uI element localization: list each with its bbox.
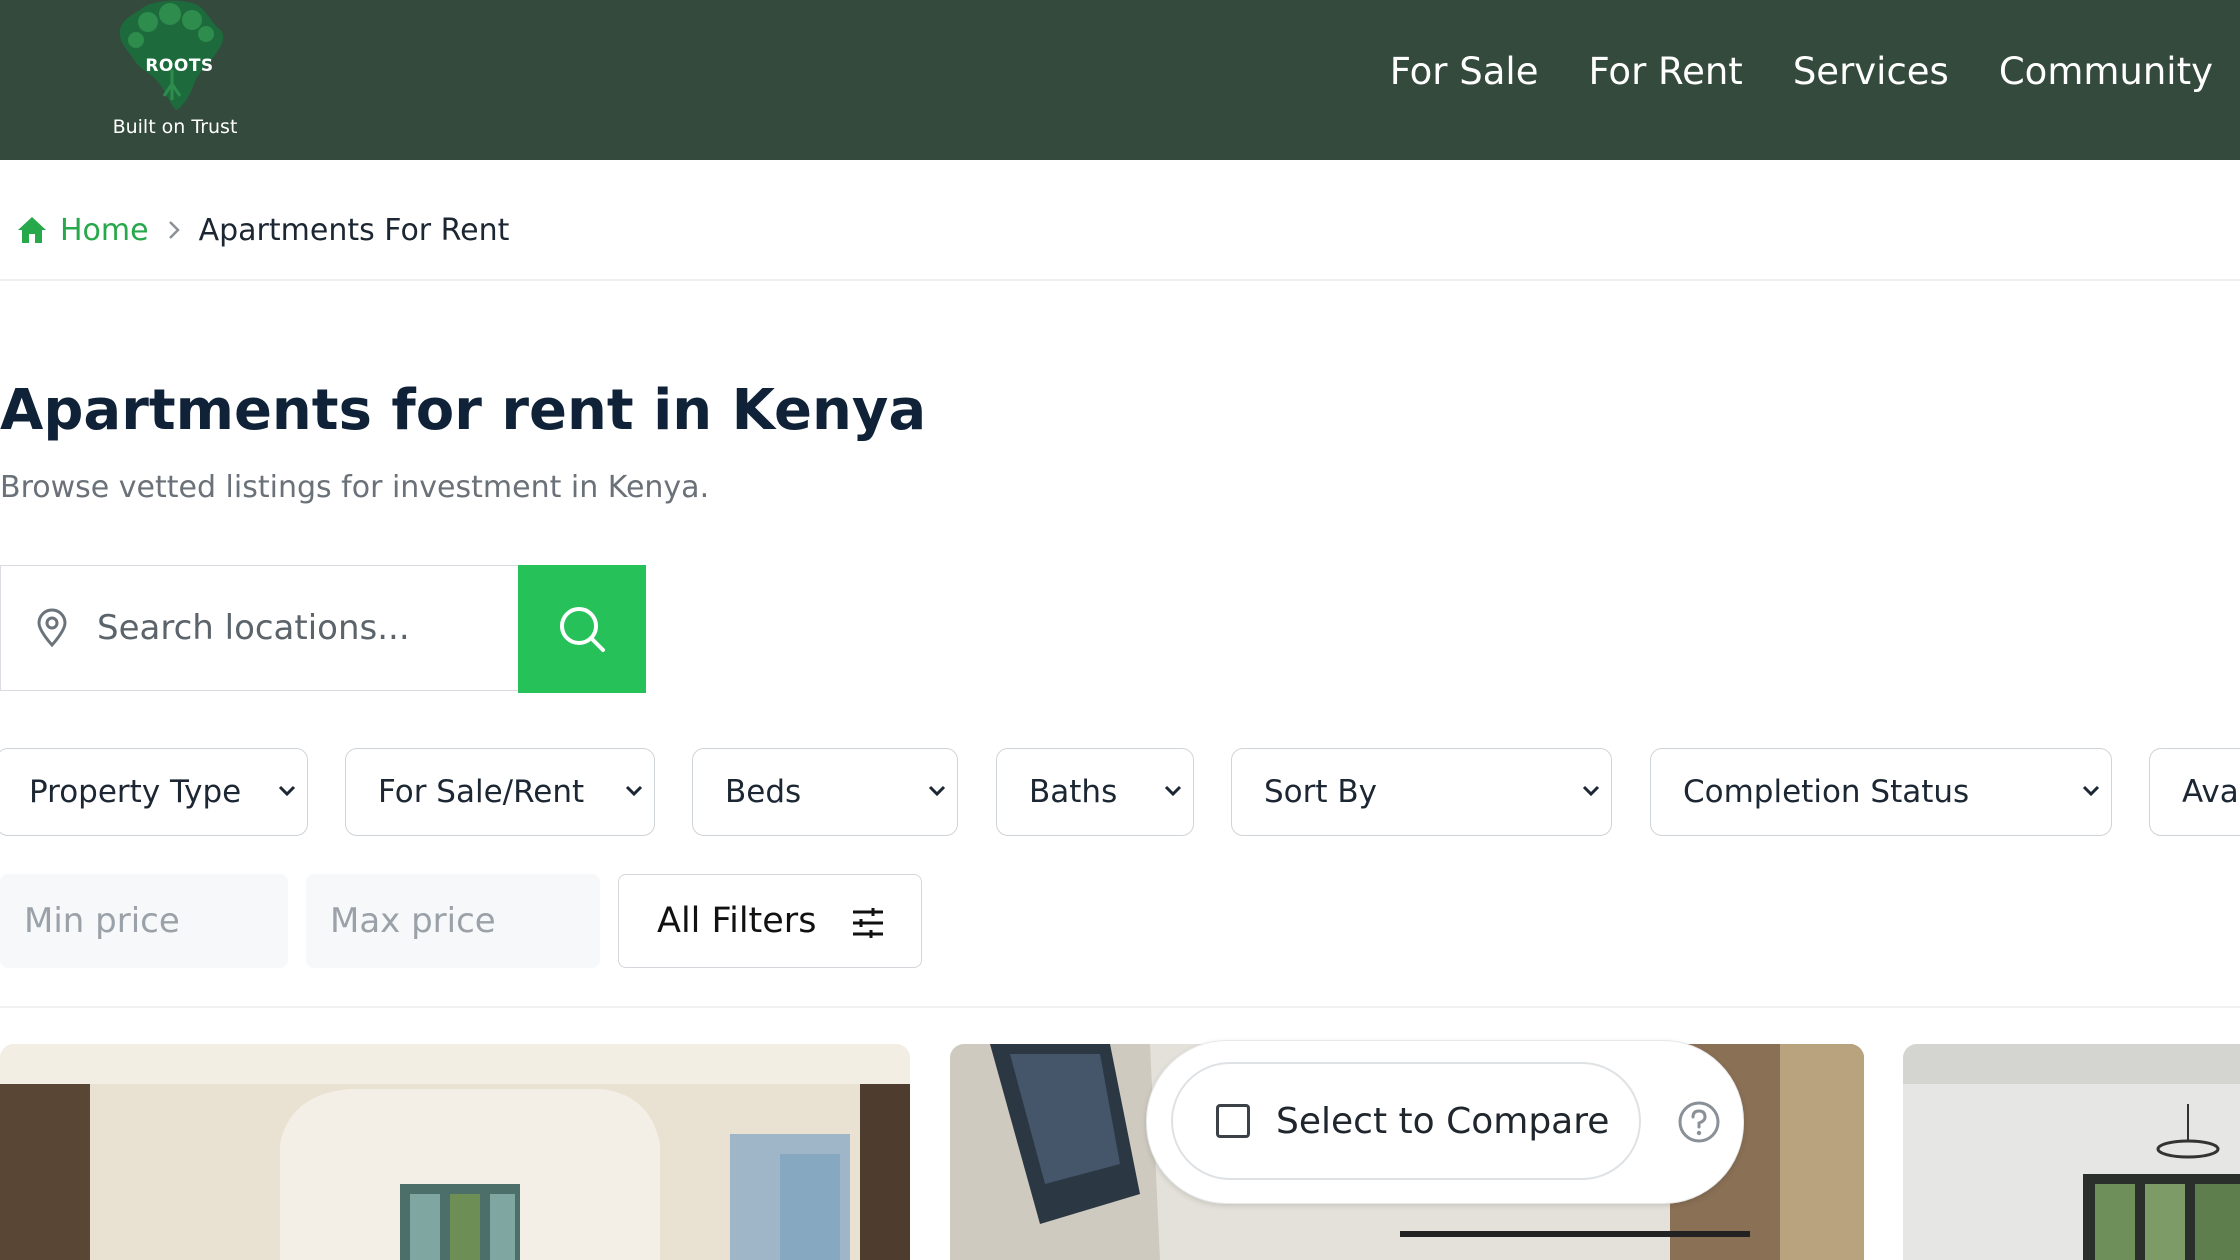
max-price-field xyxy=(306,874,600,968)
nav-community[interactable]: Community xyxy=(1999,50,2213,93)
dropdown-label: Baths xyxy=(1029,774,1118,810)
location-pin-icon xyxy=(35,608,69,648)
location-search xyxy=(0,565,646,693)
chevron-right-icon xyxy=(167,219,181,241)
roots-logo[interactable]: ROOTS Built on Trust xyxy=(110,0,240,145)
sale-rent-dropdown[interactable]: For Sale/Rent xyxy=(345,748,655,836)
breadcrumb-home-link[interactable]: Home xyxy=(16,213,149,248)
breadcrumb: Home Apartments For Rent xyxy=(16,210,509,250)
search-input[interactable] xyxy=(95,607,489,649)
chevron-down-icon xyxy=(625,785,643,797)
apartment-photo xyxy=(1903,1044,2240,1260)
completion-status-dropdown[interactable]: Completion Status xyxy=(1650,748,2112,836)
max-price-input[interactable] xyxy=(306,900,502,942)
property-type-dropdown[interactable]: Property Type xyxy=(0,748,308,836)
breadcrumb-current: Apartments For Rent xyxy=(198,212,510,248)
main-nav: For Sale For Rent Services Community xyxy=(1390,50,2213,93)
listing-card-image[interactable] xyxy=(1903,1044,2240,1260)
all-filters-button[interactable]: All Filters xyxy=(618,874,922,968)
nav-for-sale[interactable]: For Sale xyxy=(1390,50,1539,93)
min-price-field xyxy=(0,874,288,968)
availability-dropdown[interactable]: Ava xyxy=(2149,748,2240,836)
compare-overlay: Select to Compare xyxy=(1146,1040,1744,1204)
listing-card-image[interactable] xyxy=(0,1044,910,1260)
chevron-down-icon xyxy=(1582,785,1600,797)
dropdown-label: Sort By xyxy=(1264,774,1378,810)
search-button[interactable] xyxy=(518,565,646,693)
top-navbar: ROOTS Built on Trust For Sale For Rent S… xyxy=(0,0,2240,160)
search-icon xyxy=(560,607,605,652)
dropdown-label: Ava xyxy=(2182,774,2239,810)
nav-services[interactable]: Services xyxy=(1793,50,1949,93)
select-to-compare-toggle[interactable]: Select to Compare xyxy=(1171,1062,1641,1180)
compare-checkbox[interactable] xyxy=(1216,1104,1250,1138)
logo-wordmark: ROOTS xyxy=(145,56,214,76)
filters-divider xyxy=(0,1006,2240,1008)
chevron-down-icon xyxy=(278,785,296,797)
sliders-icon xyxy=(853,908,883,938)
dropdown-label: For Sale/Rent xyxy=(378,774,585,810)
filter-row: Property Type For Sale/Rent Beds Baths S… xyxy=(0,748,2240,838)
page-subtitle: Browse vetted listings for investment in… xyxy=(0,470,710,505)
breadcrumb-home-label: Home xyxy=(60,212,149,248)
all-filters-label: All Filters xyxy=(657,901,817,941)
home-icon xyxy=(18,217,46,243)
apartment-photo xyxy=(0,1044,910,1260)
nav-for-rent[interactable]: For Rent xyxy=(1588,50,1742,93)
sort-by-dropdown[interactable]: Sort By xyxy=(1231,748,1612,836)
chevron-down-icon xyxy=(1164,785,1182,797)
min-price-input[interactable] xyxy=(0,900,196,942)
logo-tagline: Built on Trust xyxy=(112,116,238,138)
help-icon[interactable] xyxy=(1677,1100,1721,1144)
chevron-down-icon xyxy=(928,785,946,797)
baths-dropdown[interactable]: Baths xyxy=(996,748,1194,836)
beds-dropdown[interactable]: Beds xyxy=(692,748,958,836)
search-field-wrapper xyxy=(0,565,518,691)
dropdown-label: Beds xyxy=(725,774,802,810)
dropdown-label: Property Type xyxy=(29,774,242,810)
breadcrumb-divider xyxy=(0,279,2240,281)
compare-label: Select to Compare xyxy=(1276,1100,1610,1142)
dropdown-label: Completion Status xyxy=(1683,774,1970,810)
chevron-down-icon xyxy=(2082,785,2100,797)
page-title: Apartments for rent in Kenya xyxy=(0,378,927,443)
